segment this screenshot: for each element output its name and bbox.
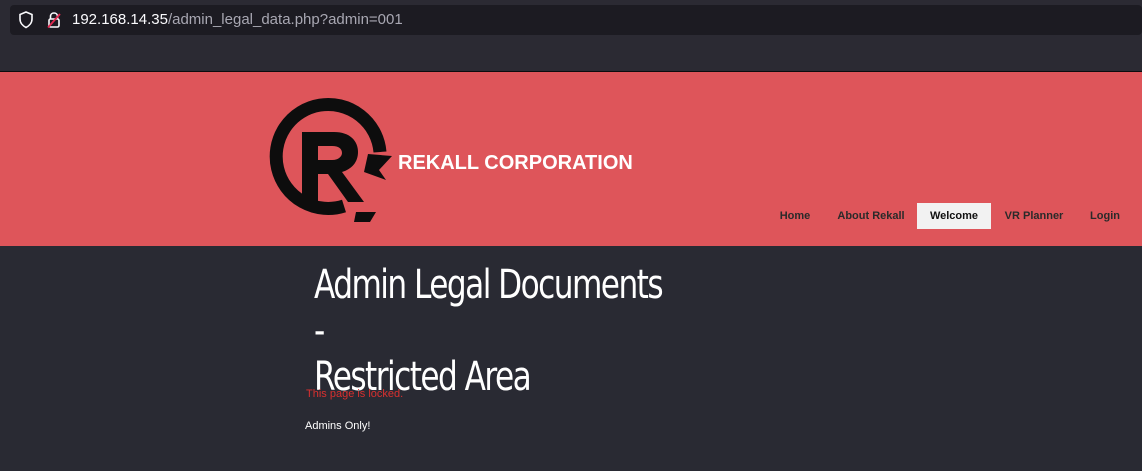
admins-only-message: Admins Only! [305,420,371,432]
url-text[interactable]: 192.168.14.35/admin_legal_data.php?admin… [72,11,403,29]
insecure-lock-icon[interactable] [46,11,62,29]
nav-welcome[interactable]: Welcome [917,203,991,229]
url-path: /admin_legal_data.php?admin=001 [167,11,403,28]
rekall-r-logo-icon[interactable] [264,94,396,226]
shield-icon[interactable] [18,11,34,29]
nav-login[interactable]: Login [1082,203,1128,229]
brand-name[interactable]: REKALL CORPORATION [398,152,633,175]
locked-message: This page is locked. [306,388,404,400]
nav-about-rekall[interactable]: About Rekall [832,203,910,229]
site-header: REKALL CORPORATION Home About Rekall Wel… [0,72,1142,246]
nav-home[interactable]: Home [770,203,820,229]
page-title-line-1: Admin Legal Documents - [314,262,664,354]
page-title: Admin Legal Documents - Restricted Area [314,262,673,400]
browser-toolbar: 192.168.14.35/admin_legal_data.php?admin… [0,0,1142,72]
nav-vr-planner[interactable]: VR Planner [999,203,1069,229]
url-host: 192.168.14.35 [72,11,168,28]
